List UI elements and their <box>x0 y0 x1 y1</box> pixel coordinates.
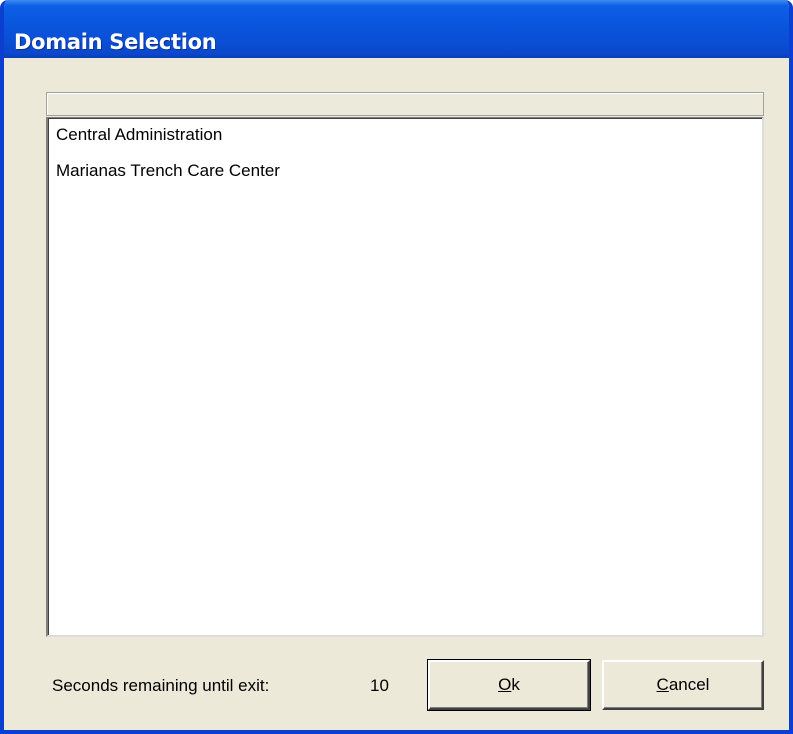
list-item-marianas-trench-care-center[interactable]: Marianas Trench Care Center <box>56 156 280 186</box>
countdown-label: Seconds remaining until exit: <box>52 676 270 695</box>
title-bar[interactable]: Domain Selection <box>4 0 789 58</box>
ok-mnemonic: O <box>498 675 512 694</box>
countdown-value: 10 <box>370 676 389 695</box>
cancel-label-rest: ancel <box>668 675 710 694</box>
ok-button[interactable]: Ok <box>427 659 591 711</box>
ok-label-rest: k <box>511 675 520 694</box>
cancel-button[interactable]: Cancel <box>602 660 764 710</box>
cancel-mnemonic: C <box>656 675 669 694</box>
list-column-header[interactable] <box>46 92 764 116</box>
domain-listbox[interactable]: Central Administration Marianas Trench C… <box>46 117 764 637</box>
window-title: Domain Selection <box>14 30 217 54</box>
list-item-central-administration[interactable]: Central Administration <box>56 120 222 150</box>
domain-selection-dialog: Domain Selection Central Administration … <box>0 0 793 734</box>
